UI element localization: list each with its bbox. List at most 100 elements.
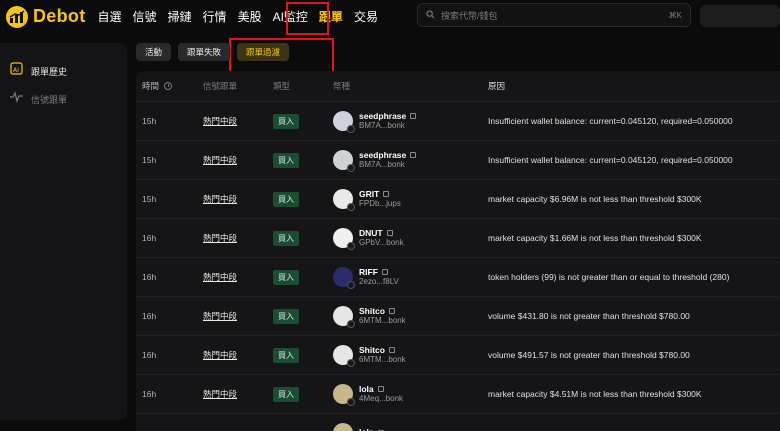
token-avatar[interactable] bbox=[333, 111, 355, 133]
row-signal: 熱門中段 bbox=[203, 310, 273, 322]
coin-name: RIFF bbox=[359, 266, 378, 277]
filter-table: 時間 信號跟單 類型 幣種 原因 15h 熱門中段 買入 seedphrase … bbox=[136, 71, 780, 431]
app-root: Debot 自選 信號 掃鏈 行情 美股 AI監控 跟單 交易 搜索代幣/錢包 … bbox=[0, 0, 780, 431]
chain-badge-icon bbox=[347, 242, 355, 250]
coin-address: FPDb...jups bbox=[359, 199, 401, 209]
row-reason: Insufficient wallet balance: current=0.0… bbox=[488, 116, 733, 126]
row-coin: seedphrase BM7A...bonk bbox=[333, 150, 488, 172]
sidebar-item-signal-copy[interactable]: 信號跟單 bbox=[0, 85, 127, 113]
signal-link[interactable]: 熱門中段 bbox=[203, 116, 237, 126]
token-avatar[interactable] bbox=[333, 423, 353, 431]
copy-icon[interactable] bbox=[388, 347, 395, 354]
token-avatar[interactable] bbox=[333, 345, 355, 367]
copy-icon[interactable] bbox=[386, 230, 393, 237]
search-bar[interactable]: 搜索代幣/錢包 ⌘K bbox=[417, 3, 691, 27]
nav-item-market[interactable]: 行情 bbox=[203, 8, 227, 25]
coin-info: DNUT GPbV...bonk bbox=[359, 228, 404, 248]
coin-info: RIFF 2ezo...f8LV bbox=[359, 266, 399, 287]
table-row: 16h 熱門中段 買入 DNUT GPbV...bonk market capa… bbox=[136, 218, 780, 257]
copy-icon[interactable] bbox=[410, 152, 417, 159]
header-reason: 原因 bbox=[488, 81, 506, 91]
row-type: 買入 bbox=[273, 269, 333, 285]
type-badge: 買入 bbox=[273, 191, 299, 207]
signal-link[interactable]: 熱門中段 bbox=[203, 389, 237, 399]
nav-item-us-stocks[interactable]: 美股 bbox=[238, 8, 262, 25]
row-coin: lola 4Meq...bonk bbox=[333, 384, 488, 406]
header-coin: 幣種 bbox=[333, 81, 351, 91]
row-reason: market capacity $4.51M is not less than … bbox=[488, 389, 702, 399]
copy-icon[interactable] bbox=[388, 308, 395, 315]
chain-badge-icon bbox=[347, 164, 355, 172]
tab-copy-failed[interactable]: 跟單失敗 bbox=[178, 43, 231, 61]
token-avatar[interactable] bbox=[333, 306, 355, 328]
chain-badge-icon bbox=[347, 281, 355, 289]
nav-item-chain-scan[interactable]: 掃鏈 bbox=[168, 8, 192, 25]
top-nav: Debot 自選 信號 掃鏈 行情 美股 AI監控 跟單 交易 搜索代幣/錢包 … bbox=[0, 0, 780, 33]
tab-copy-filtered[interactable]: 跟單過濾 bbox=[237, 43, 290, 61]
brand-logo[interactable]: Debot bbox=[6, 5, 86, 28]
token-avatar[interactable] bbox=[333, 150, 355, 172]
coin-info: seedphrase BM7A...bonk bbox=[359, 150, 417, 170]
nav-item-watchlist[interactable]: 自選 bbox=[98, 8, 122, 25]
table-row: 15h 熱門中段 買入 seedphrase BM7A...bonk Insuf… bbox=[136, 140, 780, 179]
chain-badge-icon bbox=[347, 398, 355, 406]
signal-link[interactable]: 熱門中段 bbox=[203, 272, 237, 282]
sidebar-item-copy-history[interactable]: AI 跟單歷史 bbox=[0, 57, 127, 85]
row-reason: market capacity $1.66M is not less than … bbox=[488, 233, 702, 243]
chain-badge-icon bbox=[347, 125, 355, 133]
header-time: 時間 bbox=[136, 80, 203, 92]
header-type: 類型 bbox=[273, 81, 291, 91]
row-type: 買入 bbox=[273, 347, 333, 363]
signal-link[interactable]: 熱門中段 bbox=[203, 311, 237, 321]
coin-name: Shitco bbox=[359, 305, 385, 316]
row-coin: RIFF 2ezo...f8LV bbox=[333, 266, 488, 289]
row-time: 15h bbox=[142, 116, 157, 126]
row-time: 15h bbox=[142, 155, 157, 165]
row-type: 買入 bbox=[273, 152, 333, 168]
row-coin: Shitco 6MTM...bonk bbox=[333, 345, 488, 367]
token-avatar[interactable] bbox=[333, 228, 355, 250]
coin-name-wrap: Shitco bbox=[359, 345, 406, 356]
tab-activity[interactable]: 活動 bbox=[136, 43, 172, 61]
token-avatar[interactable] bbox=[333, 189, 355, 211]
row-signal: 熱門中段 bbox=[203, 115, 273, 127]
signal-link[interactable]: 熱門中段 bbox=[203, 233, 237, 243]
row-reason: token holders (99) is not greater than o… bbox=[488, 272, 730, 282]
row-time: 15h bbox=[142, 194, 157, 204]
signal-link[interactable]: 熱門中段 bbox=[203, 350, 237, 360]
row-time: 16h bbox=[142, 350, 157, 360]
copy-icon[interactable] bbox=[410, 113, 417, 120]
coin-address: BM7A...bonk bbox=[359, 121, 405, 131]
row-coin: GRIT FPDb...jups bbox=[333, 189, 488, 211]
table-header: 時間 信號跟單 類型 幣種 原因 bbox=[136, 71, 780, 101]
sidebar-item-label: 跟單歷史 bbox=[31, 66, 68, 77]
filter-tabs: 活動 跟單失敗 跟單過濾 bbox=[136, 43, 296, 61]
svg-text:AI: AI bbox=[13, 67, 19, 74]
header-time-label: 時間 bbox=[142, 81, 160, 91]
coin-address: 2ezo...f8LV bbox=[359, 277, 399, 287]
copy-icon[interactable] bbox=[381, 269, 388, 276]
coin-info: Shitco 6MTM...bonk bbox=[359, 345, 406, 365]
token-avatar[interactable] bbox=[333, 267, 355, 289]
nav-item-trade[interactable]: 交易 bbox=[354, 8, 378, 25]
copy-icon[interactable] bbox=[377, 386, 384, 393]
row-type: 買入 bbox=[273, 308, 333, 324]
annotation-box-nav bbox=[286, 2, 329, 35]
type-badge: 買入 bbox=[273, 308, 299, 324]
clock-icon[interactable] bbox=[164, 82, 173, 90]
table-row: 15h 熱門中段 買入 seedphrase BM7A...bonk Insuf… bbox=[136, 101, 780, 140]
nav-item-signals[interactable]: 信號 bbox=[133, 8, 157, 25]
signal-link[interactable]: 熱門中段 bbox=[203, 155, 237, 165]
table-body: 15h 熱門中段 買入 seedphrase BM7A...bonk Insuf… bbox=[136, 101, 780, 431]
row-type: 買入 bbox=[273, 230, 333, 246]
search-shortcut: ⌘K bbox=[668, 10, 682, 20]
coin-name-wrap: RIFF bbox=[359, 266, 399, 278]
header-action-button[interactable] bbox=[700, 5, 780, 27]
table-row: 16h 熱門中段 買入 Shitco 6MTM...bonk volume $4… bbox=[136, 335, 780, 374]
signal-link[interactable]: 熱門中段 bbox=[203, 194, 237, 204]
token-avatar[interactable] bbox=[333, 384, 355, 406]
row-time: 16h bbox=[142, 233, 157, 243]
coin-name-wrap: seedphrase bbox=[359, 111, 417, 122]
type-badge: 買入 bbox=[273, 269, 299, 285]
copy-icon[interactable] bbox=[383, 191, 390, 198]
